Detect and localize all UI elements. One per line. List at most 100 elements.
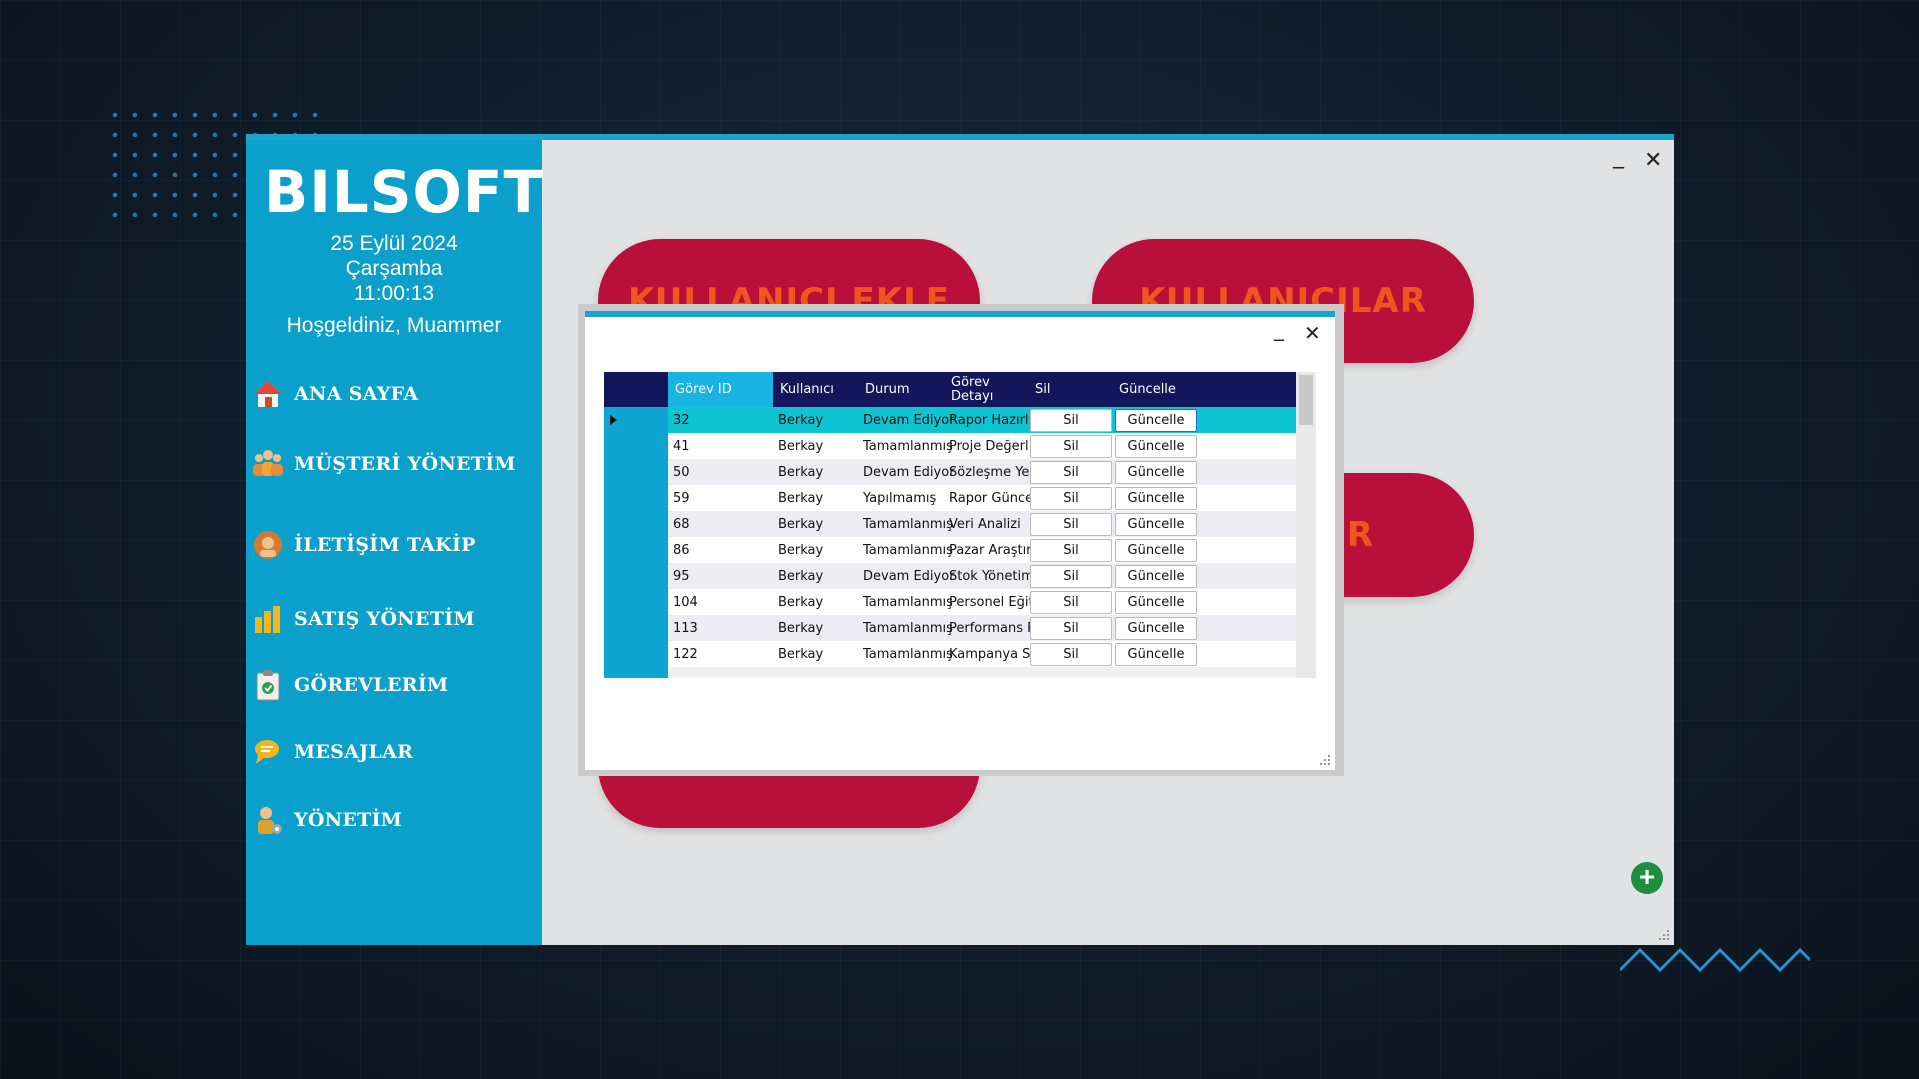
sidebar-item-label: MÜŞTERİ YÖNETİM [294, 453, 516, 475]
current-day: Çarşamba [345, 257, 443, 280]
cell-durum: Tamamlanmış [863, 620, 953, 636]
column-header-durum[interactable]: Durum [858, 372, 944, 407]
cell-durum: Tamamlanmış [863, 516, 953, 532]
table-row[interactable]: 122 Berkay TamamlanmışKampanya St...SilGün… [668, 641, 1296, 667]
table-row[interactable]: 41 Berkay TamamlanmışProje Değerl...SilGün… [668, 433, 1296, 459]
current-date: 25 Eylül 2024 [330, 232, 458, 255]
cell-durum: Tamamlanmış [863, 646, 953, 662]
dialog-resize-grip-icon[interactable] [1319, 754, 1331, 766]
clipboard-icon [250, 667, 286, 703]
tasks-grid: Görev ID Kullanıcı Durum Görev Detayı Si… [604, 372, 1316, 678]
cell-gorev-detayi: Stok Yönetimi [949, 568, 1031, 584]
table-row[interactable]: 86 Berkay TamamlanmışPazar Araştır...SilGü… [668, 537, 1296, 563]
column-header-kullanici[interactable]: Kullanıcı [773, 372, 858, 407]
cell-kullanici: Berkay [778, 490, 824, 506]
cell-gorev-detayi: Personel Eğit... [949, 594, 1031, 610]
close-button[interactable]: ✕ [1644, 148, 1662, 173]
cell-durum: Devam Ediyor [863, 568, 955, 584]
update-button[interactable]: Güncelle [1115, 513, 1197, 536]
welcome-text: Hoşgeldiniz, Muammer [286, 314, 502, 337]
delete-button[interactable]: Sil [1030, 409, 1112, 432]
tasks-dialog: _ ✕ Görev ID Kullanıcı Durum Görev Detay… [585, 311, 1335, 770]
cell-kullanici: Berkay [778, 620, 824, 636]
update-button[interactable]: Güncelle [1115, 617, 1197, 640]
sidebar-item-mesajlar[interactable]: MESAJLAR [250, 730, 540, 774]
cell-gorev-detayi: Pazar Araştır... [949, 542, 1031, 558]
cell-gorev-id: 122 [673, 646, 698, 662]
home-icon [250, 376, 286, 412]
cell-gorev-detayi: Rapor Hazırl... [949, 412, 1031, 428]
cell-kullanici: Berkay [778, 464, 824, 480]
table-row[interactable]: 113 Berkay TamamlanmışPerformans R...SilGü… [668, 615, 1296, 641]
vertical-scrollbar[interactable] [1296, 372, 1316, 678]
contact-icon [250, 527, 286, 563]
column-header-gorev-id[interactable]: Görev ID [668, 372, 773, 407]
sidebar-item-label: İLETİŞİM TAKİP [294, 534, 476, 556]
customers-icon [250, 446, 286, 482]
delete-button[interactable]: Sil [1030, 591, 1112, 614]
cell-gorev-detayi: Kampanya St... [949, 646, 1031, 662]
sidebar-item-satis-yonetim[interactable]: SATIŞ YÖNETİM [250, 597, 540, 641]
grid-header: Görev ID Kullanıcı Durum Görev Detayı Si… [604, 372, 1296, 407]
cell-gorev-id: 59 [673, 490, 690, 506]
cell-gorev-id: 104 [673, 594, 698, 610]
delete-button[interactable]: Sil [1030, 565, 1112, 588]
current-time: 11:00:13 [353, 282, 435, 305]
delete-button[interactable]: Sil [1030, 461, 1112, 484]
cell-kullanici: Berkay [778, 542, 824, 558]
delete-button[interactable]: Sil [1030, 617, 1112, 640]
column-header-gorev-detayi[interactable]: Görev Detayı [944, 372, 1028, 407]
delete-button[interactable]: Sil [1030, 487, 1112, 510]
cell-gorev-detayi: Rapor Günce... [949, 490, 1031, 506]
sidebar-item-label: MESAJLAR [294, 741, 414, 763]
sidebar-item-label: GÖREVLERİM [294, 674, 449, 696]
admin-icon [250, 802, 286, 838]
sidebar-item-ana-sayfa[interactable]: ANA SAYFA [250, 372, 540, 416]
table-row[interactable]: 68 Berkay Tamamlanmış Veri Analizi Sil Güncel… [668, 511, 1296, 537]
cell-kullanici: Berkay [778, 412, 824, 428]
update-button[interactable]: Güncelle [1115, 591, 1197, 614]
table-row[interactable]: 32 Berkay Devam EdiyorRapor Hazırl...SilGü… [668, 407, 1296, 433]
cell-durum: Tamamlanmış [863, 542, 953, 558]
cell-kullanici: Berkay [778, 516, 824, 532]
table-row[interactable]: 50 Berkay Devam EdiyorSözleşme Yen...SilGü… [668, 459, 1296, 485]
current-row-arrow-icon [610, 415, 617, 425]
dialog-minimize-button[interactable]: _ [1274, 317, 1284, 341]
update-button[interactable]: Güncelle [1115, 565, 1197, 588]
sidebar-item-musteri-yonetim[interactable]: MÜŞTERİ YÖNETİM [250, 442, 540, 486]
table-row[interactable]: 104 Berkay TamamlanmışPersonel Eğit...SilG… [668, 589, 1296, 615]
table-row[interactable]: 95 Berkay Devam Ediyor Stok Yönetimi Sil Günc… [668, 563, 1296, 589]
sidebar-item-yonetim[interactable]: YÖNETİM [250, 798, 540, 842]
dialog-close-button[interactable]: ✕ [1304, 321, 1321, 345]
cell-gorev-detayi: Proje Değerl... [949, 438, 1031, 454]
delete-button[interactable]: Sil [1030, 643, 1112, 666]
cell-durum: Tamamlanmış [863, 438, 953, 454]
update-button[interactable]: Güncelle [1115, 487, 1197, 510]
cell-durum: Yapılmamış [863, 490, 937, 506]
update-button[interactable]: Güncelle [1115, 461, 1197, 484]
delete-button[interactable]: Sil [1030, 435, 1112, 458]
column-header-guncelle[interactable]: Güncelle [1112, 372, 1196, 407]
cell-durum: Devam Ediyor [863, 412, 955, 428]
delete-button[interactable]: Sil [1030, 539, 1112, 562]
update-button[interactable]: Güncelle [1115, 435, 1197, 458]
sidebar-item-label: SATIŞ YÖNETİM [294, 608, 475, 630]
row-header-column [604, 407, 668, 678]
minimize-button[interactable]: _ [1613, 144, 1624, 169]
add-icon[interactable]: + [1631, 862, 1663, 894]
sidebar-item-label: ANA SAYFA [294, 383, 419, 405]
decorative-zigzag [1620, 947, 1810, 973]
sidebar-item-iletisim-takip[interactable]: İLETİŞİM TAKİP [250, 523, 540, 567]
resize-grip-icon[interactable] [1658, 929, 1670, 941]
cell-gorev-id: 113 [673, 620, 698, 636]
cell-gorev-id: 95 [673, 568, 690, 584]
column-header-sil[interactable]: Sil [1028, 372, 1112, 407]
app-logo: BILSOFT [264, 158, 545, 226]
sidebar-item-gorevlerim[interactable]: GÖREVLERİM [250, 663, 540, 707]
table-row[interactable]: 59 Berkay Yapılmamış Rapor Günce...SilGünce… [668, 485, 1296, 511]
update-button[interactable]: Güncelle [1115, 539, 1197, 562]
scrollbar-thumb[interactable] [1299, 375, 1313, 425]
delete-button[interactable]: Sil [1030, 513, 1112, 536]
update-button[interactable]: Güncelle [1115, 409, 1197, 432]
update-button[interactable]: Güncelle [1115, 643, 1197, 666]
